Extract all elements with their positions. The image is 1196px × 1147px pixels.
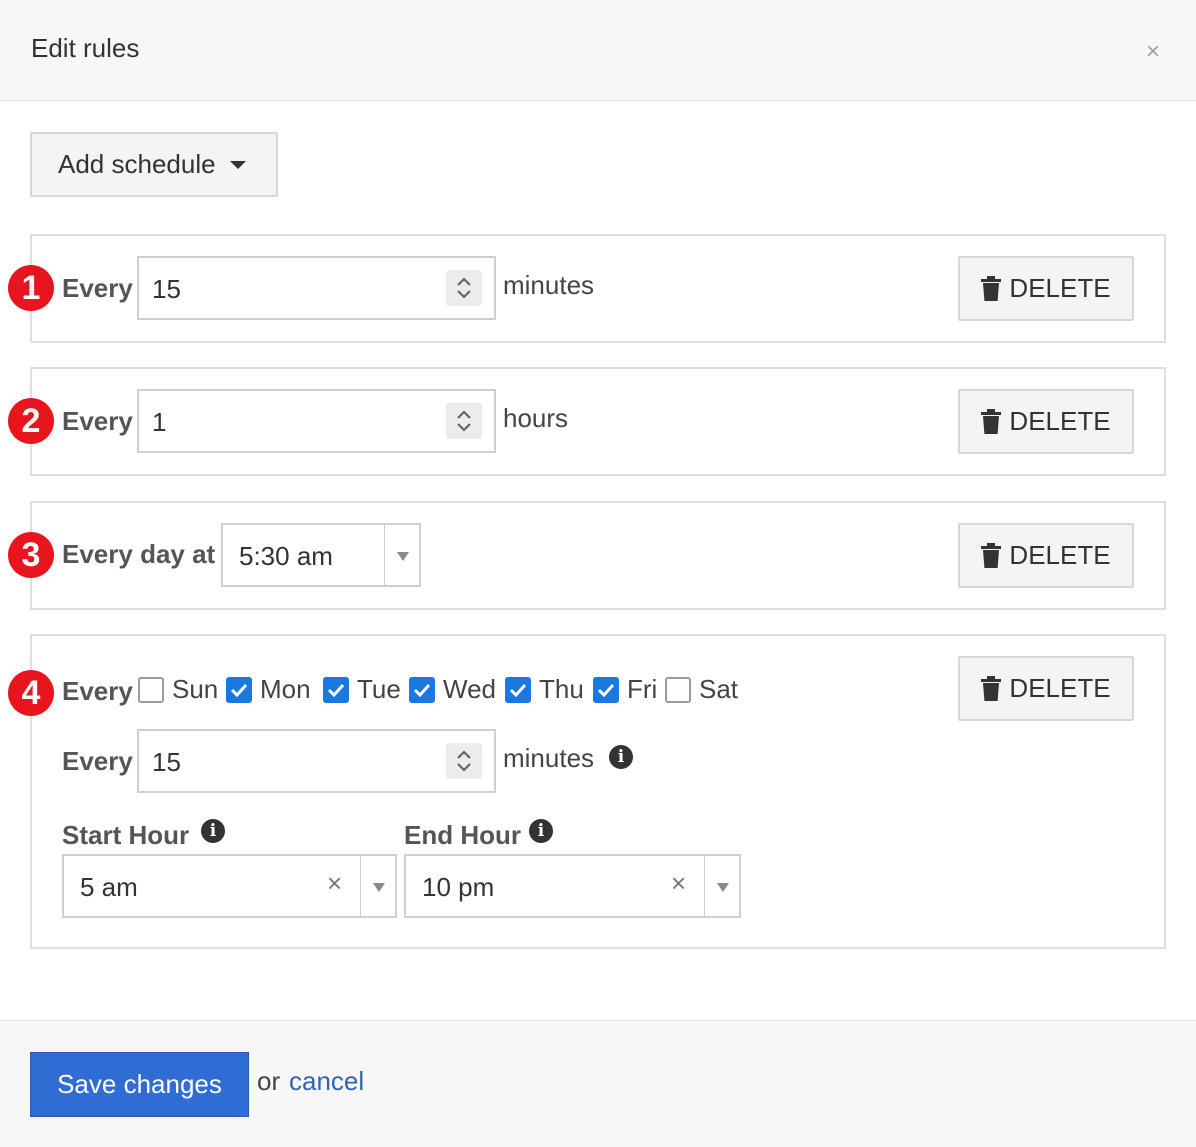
end-hour-label: End Hour: [404, 820, 521, 850]
interval-unit-label: minutes: [503, 743, 595, 773]
delete-label: DELETE: [1009, 406, 1111, 436]
interval-unit-label: minutes: [503, 270, 595, 300]
interval-input[interactable]: 15: [137, 729, 496, 793]
add-schedule-label: Add schedule: [58, 149, 216, 179]
start-hour-label: Start Hour: [62, 820, 190, 850]
rule-number-badge: 3: [8, 532, 54, 578]
delete-rule-button[interactable]: DELETE: [958, 256, 1134, 321]
clear-icon[interactable]: ×: [671, 870, 686, 896]
end-hour-value: 10 pm: [422, 872, 495, 902]
stepper-icon[interactable]: [446, 403, 482, 439]
rule-prefix-label: Every day at: [62, 539, 216, 569]
rule-number-badge: 2: [8, 398, 54, 444]
checkbox-checked-icon[interactable]: [505, 676, 531, 703]
cancel-link[interactable]: cancel: [289, 1066, 364, 1097]
save-changes-button[interactable]: Save changes: [30, 1052, 249, 1117]
stepper-icon[interactable]: [446, 743, 482, 779]
delete-rule-button[interactable]: DELETE: [958, 523, 1134, 588]
checkbox-unchecked-icon[interactable]: [665, 676, 691, 703]
day-checkbox-sun[interactable]: Sun: [138, 674, 218, 705]
rule-prefix-label: Every: [62, 406, 133, 436]
checkbox-unchecked-icon[interactable]: [138, 676, 164, 703]
delete-label: DELETE: [1009, 540, 1111, 570]
checkbox-checked-icon[interactable]: [323, 676, 349, 703]
interval-value: 15: [152, 274, 181, 304]
interval-value: 15: [152, 747, 181, 777]
delete-rule-button[interactable]: DELETE: [958, 389, 1134, 454]
checkbox-checked-icon[interactable]: [226, 676, 252, 703]
day-checkbox-thu[interactable]: Thu: [505, 674, 584, 705]
interval-prefix-label: Every: [62, 746, 133, 776]
day-label: Mon: [260, 674, 311, 704]
clear-icon[interactable]: ×: [327, 870, 342, 896]
rule-number-badge: 4: [8, 670, 54, 716]
time-value: 5:30 am: [239, 541, 333, 571]
day-checkbox-wed[interactable]: Wed: [409, 674, 496, 705]
end-hour-select[interactable]: 10 pm ×: [404, 854, 741, 918]
add-schedule-button[interactable]: Add schedule: [30, 132, 278, 197]
modal-title: Edit rules: [31, 33, 140, 63]
time-select[interactable]: 5:30 am: [221, 523, 421, 587]
checkbox-checked-icon[interactable]: [593, 676, 619, 703]
day-checkbox-fri[interactable]: Fri: [593, 674, 657, 705]
delete-label: DELETE: [1009, 673, 1111, 703]
dropdown-arrow-icon[interactable]: [397, 552, 409, 561]
interval-unit-label: hours: [503, 403, 569, 433]
day-label: Tue: [357, 674, 401, 704]
interval-input[interactable]: 1: [137, 389, 496, 453]
or-text: or: [257, 1066, 281, 1096]
stepper-icon[interactable]: [446, 270, 482, 306]
close-icon[interactable]: ×: [1146, 40, 1160, 64]
trash-icon: [981, 409, 1002, 434]
trash-icon: [981, 676, 1002, 701]
start-hour-select[interactable]: 5 am ×: [62, 854, 397, 918]
trash-icon: [981, 543, 1002, 568]
interval-value: 1: [152, 407, 167, 437]
day-label: Sat: [699, 674, 739, 704]
rule-prefix-label: Every: [62, 676, 133, 706]
day-checkbox-sat[interactable]: Sat: [665, 674, 738, 705]
rule-number-badge: 1: [8, 265, 54, 311]
delete-rule-button[interactable]: DELETE: [958, 656, 1134, 721]
day-checkbox-tue[interactable]: Tue: [323, 674, 401, 705]
day-checkbox-mon[interactable]: Mon: [226, 674, 311, 705]
day-label: Sun: [172, 674, 219, 704]
interval-input[interactable]: 15: [137, 256, 496, 320]
delete-label: DELETE: [1009, 273, 1111, 303]
modal-header: [0, 0, 1196, 101]
start-hour-value: 5 am: [80, 872, 138, 902]
rule-prefix-label: Every: [62, 273, 133, 303]
day-label: Wed: [443, 674, 496, 704]
info-icon[interactable]: i: [529, 819, 553, 843]
dropdown-arrow-icon[interactable]: [373, 883, 385, 892]
day-label: Fri: [627, 674, 658, 704]
day-label: Thu: [539, 674, 584, 704]
info-icon[interactable]: i: [201, 819, 225, 843]
dropdown-arrow-icon[interactable]: [717, 883, 729, 892]
info-icon[interactable]: i: [609, 745, 633, 769]
checkbox-checked-icon[interactable]: [409, 676, 435, 703]
caret-down-icon: [229, 160, 246, 169]
trash-icon: [981, 276, 1002, 301]
